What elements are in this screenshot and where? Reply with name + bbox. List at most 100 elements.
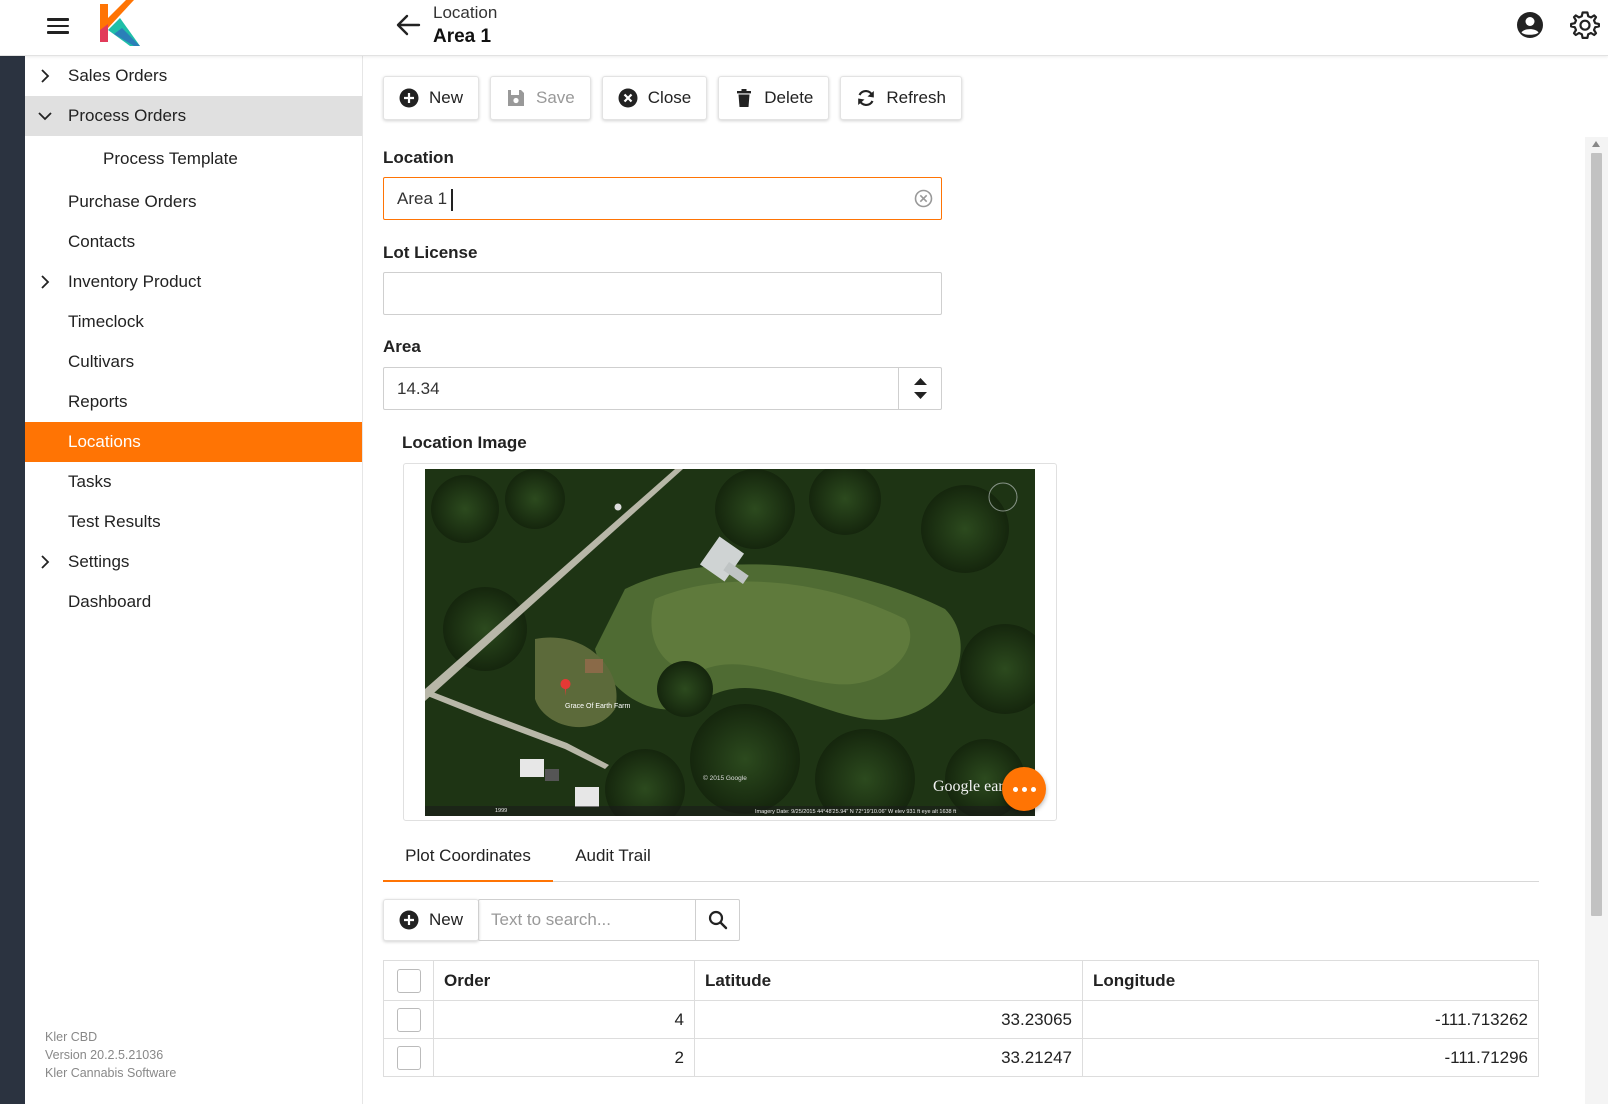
trash-icon <box>737 89 752 107</box>
main-content: New Save Close Delete Refresh Location A… <box>363 56 1585 1104</box>
area-input-value: 14.34 <box>397 379 440 398</box>
sidebar-item-settings[interactable]: Settings <box>25 542 362 582</box>
sidebar-item-label: Cultivars <box>68 352 135 371</box>
sidebar-item-process-template[interactable]: Process Template <box>25 136 362 182</box>
sidebar-item-label: Process Orders <box>68 106 187 125</box>
chevron-down-icon <box>38 112 52 121</box>
sidebar-item-label: Process Template <box>103 149 238 168</box>
table-row[interactable]: 4 33.23065 -111.713262 <box>383 1000 1539 1039</box>
cell-latitude: 33.23065 <box>694 1000 1083 1039</box>
more-options-button[interactable] <box>1002 767 1046 811</box>
sidebar-item-cultivars[interactable]: Cultivars <box>25 342 362 382</box>
page-title: Area 1 <box>433 26 492 47</box>
area-stepper[interactable] <box>898 368 941 409</box>
tab-audit-trail[interactable]: Audit Trail <box>558 834 668 882</box>
footer-product: Kler Cannabis Software <box>45 1066 177 1080</box>
location-input[interactable]: Area 1 <box>383 177 942 220</box>
sidebar-item-locations[interactable]: Locations <box>25 422 362 462</box>
text-caret <box>451 188 453 211</box>
delete-button[interactable]: Delete <box>718 76 830 120</box>
sidebar-item-sales-orders[interactable]: Sales Orders <box>25 56 362 96</box>
cell-order: 2 <box>433 1038 695 1077</box>
close-circle-icon <box>618 88 638 108</box>
menu-icon[interactable] <box>44 14 72 42</box>
refresh-button[interactable]: Refresh <box>840 76 962 120</box>
sidebar-item-purchase-orders[interactable]: Purchase Orders <box>25 182 362 222</box>
dot-icon <box>1012 786 1018 792</box>
sidebar-item-reports[interactable]: Reports <box>25 382 362 422</box>
row-select-cell <box>383 1000 434 1039</box>
location-input-value: Area 1 <box>397 189 448 208</box>
scroll-up-arrow-icon[interactable] <box>1592 141 1600 147</box>
location-label: Location <box>383 148 454 167</box>
grid-search <box>478 899 740 941</box>
gear-icon[interactable] <box>1570 10 1600 40</box>
select-all-checkbox[interactable] <box>396 968 421 993</box>
page-subtitle: Location <box>433 3 498 22</box>
coordinates-table: Order Latitude Longitude 4 33.23065 -111… <box>383 960 1539 1077</box>
delete-button-label: Delete <box>764 88 814 107</box>
search-button[interactable] <box>695 900 739 940</box>
chevron-right-icon <box>41 69 50 83</box>
sidebar-item-label: Tasks <box>68 472 112 491</box>
column-header-longitude[interactable]: Longitude <box>1082 960 1539 1001</box>
sidebar-item-tasks[interactable]: Tasks <box>25 462 362 502</box>
sidebar-item-label: Sales Orders <box>68 66 168 85</box>
back-arrow-icon[interactable] <box>393 10 423 40</box>
sidebar-item-label: Inventory Product <box>68 272 202 291</box>
column-header-order[interactable]: Order <box>433 960 695 1001</box>
floppy-disk-icon <box>508 90 525 106</box>
cell-latitude: 33.21247 <box>694 1038 1083 1077</box>
grid-new-button[interactable]: New <box>383 899 480 941</box>
aerial-photo[interactable]: Grace Of Earth Farm © 2015 Google Google… <box>425 469 1035 816</box>
sidebar-item-label: Contacts <box>68 232 136 251</box>
map-copyright: © 2015 Google <box>703 774 747 782</box>
chevron-right-icon <box>41 555 50 569</box>
save-button[interactable]: Save <box>490 76 591 120</box>
top-bar: Location Area 1 <box>0 0 1608 56</box>
search-input[interactable] <box>479 900 697 940</box>
lot-license-label: Lot License <box>383 243 478 262</box>
save-button-label: Save <box>536 88 575 107</box>
sidebar-item-test-results[interactable]: Test Results <box>25 502 362 542</box>
column-header-latitude[interactable]: Latitude <box>694 960 1083 1001</box>
close-button-label: Close <box>647 88 692 107</box>
toolbar: New Save Close Delete Refresh <box>383 76 962 120</box>
sidebar-item-contacts[interactable]: Contacts <box>25 222 362 262</box>
tab-label: Audit Trail <box>575 846 651 865</box>
sidebar-item-label: Reports <box>68 392 128 411</box>
table-header-row: Order Latitude Longitude <box>383 960 1539 1001</box>
grid-new-button-label: New <box>429 910 464 929</box>
cell-longitude: -111.71296 <box>1082 1038 1539 1077</box>
new-button[interactable]: New <box>383 76 480 120</box>
sidebar-item-timeclock[interactable]: Timeclock <box>25 302 362 342</box>
close-button[interactable]: Close <box>601 76 708 120</box>
main-scrollbar[interactable] <box>1585 137 1608 1104</box>
dot-icon <box>1030 786 1036 792</box>
sidebar-item-label: Settings <box>68 552 130 571</box>
footer-version: Version 20.2.5.21036 <box>45 1048 164 1062</box>
row-select-cell <box>383 1038 434 1077</box>
row-checkbox[interactable] <box>396 1045 421 1070</box>
map-placemark-label: Grace Of Earth Farm <box>565 703 631 710</box>
sidebar-item-inventory-product[interactable]: Inventory Product <box>25 262 362 302</box>
sidebar: Sales Orders Process Orders Process Temp… <box>25 56 363 1104</box>
account-icon[interactable] <box>1515 10 1545 40</box>
area-numeric-input[interactable]: 14.34 <box>383 367 942 410</box>
tab-plot-coordinates[interactable]: Plot Coordinates <box>383 834 553 882</box>
clear-icon[interactable] <box>914 189 933 208</box>
table-row[interactable]: 2 33.21247 -111.71296 <box>383 1038 1539 1077</box>
sidebar-item-dashboard[interactable]: Dashboard <box>25 582 362 622</box>
map-status-bar: Imagery Date: 9/25/2015 44°48'25.94" N 7… <box>755 809 957 815</box>
app-logo <box>100 0 140 46</box>
scrollbar-thumb[interactable] <box>1591 153 1602 916</box>
sidebar-item-process-orders[interactable]: Process Orders <box>25 96 362 136</box>
cell-longitude: -111.713262 <box>1082 1000 1539 1039</box>
new-button-label: New <box>429 88 464 107</box>
lot-license-input[interactable] <box>383 272 942 315</box>
plus-circle-icon <box>399 88 419 108</box>
sidebar-item-label: Purchase Orders <box>68 192 197 211</box>
row-checkbox[interactable] <box>396 1007 421 1032</box>
page-title-block: Location Area 1 <box>433 2 497 50</box>
sidebar-item-label: Locations <box>68 432 141 451</box>
